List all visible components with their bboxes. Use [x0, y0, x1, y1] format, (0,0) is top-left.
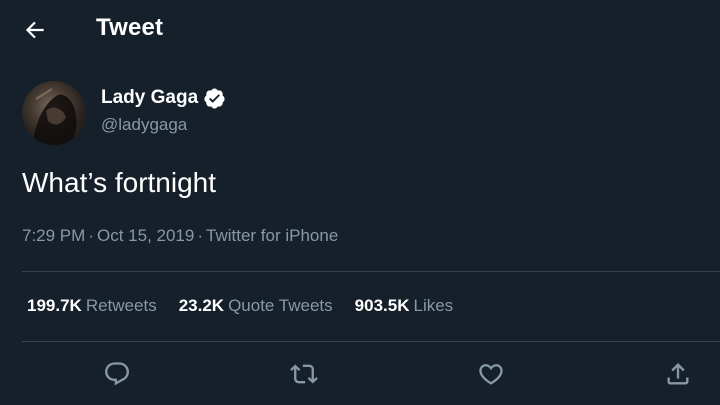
- tweet-source-link[interactable]: Twitter for iPhone: [206, 226, 338, 245]
- retweet-button[interactable]: [290, 360, 318, 388]
- retweet-icon: [290, 364, 318, 384]
- arrow-left-icon: [25, 21, 44, 39]
- meta-separator: ·: [197, 226, 203, 245]
- tweet-text: What’s fortnight: [22, 167, 217, 198]
- reply-icon: [105, 362, 129, 386]
- tweet-metadata: 7:29 PM · Oct 15, 2019 · Twitter for iPhone: [22, 226, 338, 246]
- share-icon: [667, 363, 689, 385]
- tweet-stats: 199.7K Retweets 23.2K Quote Tweets 903.5K Lik…: [27, 296, 475, 316]
- header: Tweet: [0, 0, 720, 60]
- like-icon: [479, 364, 503, 385]
- quote-tweets-stat[interactable]: 23.2K Quote Tweets: [179, 296, 333, 316]
- share-button[interactable]: [664, 360, 692, 388]
- back-button[interactable]: [22, 17, 48, 43]
- page-title: Tweet: [96, 14, 164, 41]
- tweet-time-link[interactable]: 7:29 PM · Oct 15, 2019: [22, 226, 194, 245]
- avatar[interactable]: [22, 81, 86, 145]
- like-button[interactable]: [477, 360, 505, 388]
- reply-button[interactable]: [103, 360, 131, 388]
- author-handle[interactable]: @ladygaga: [101, 115, 187, 135]
- author-name[interactable]: Lady Gaga: [101, 87, 198, 109]
- likes-stat[interactable]: 903.5K Likes: [355, 296, 454, 316]
- divider: [22, 271, 720, 272]
- tweet-actions: [0, 360, 720, 390]
- retweets-stat[interactable]: 199.7K Retweets: [27, 296, 157, 316]
- verified-badge-icon: [204, 88, 225, 109]
- divider: [22, 341, 720, 342]
